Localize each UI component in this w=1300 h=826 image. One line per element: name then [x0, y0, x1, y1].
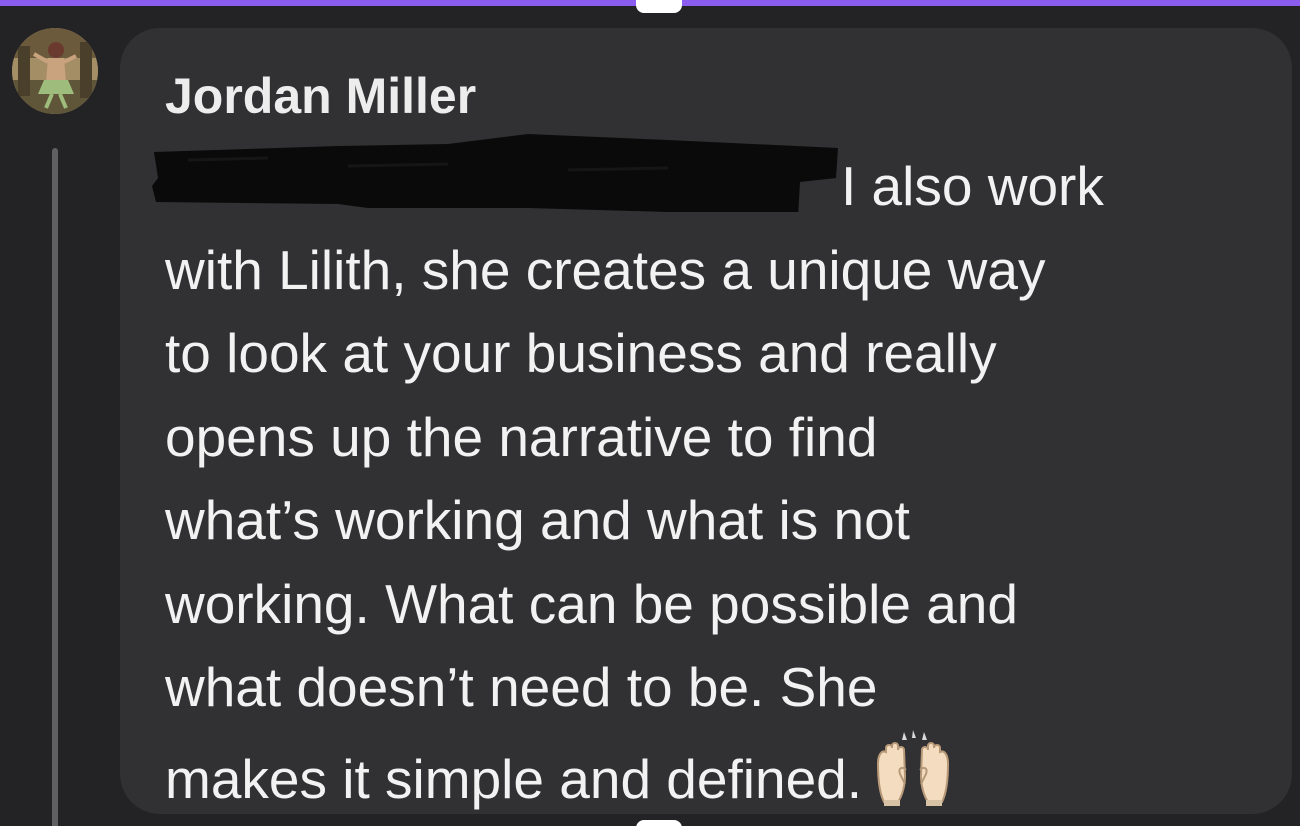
comment-text: I also work with Lilith, she creates a u…	[165, 145, 1275, 821]
thread-line	[52, 148, 58, 826]
comment-screenshot: Jordan Miller I also work with Lilith, s…	[0, 0, 1300, 826]
comment-line: with Lilith, she creates a unique way	[165, 238, 1046, 301]
avatar[interactable]	[12, 28, 98, 114]
comment-line: opens up the narrative to find	[165, 405, 878, 468]
comment-line-text: makes it simple and defined.	[165, 747, 863, 810]
comment-line: what doesn’t need to be. She	[165, 656, 878, 718]
avatar-photo-icon	[12, 28, 98, 114]
comment-author-name[interactable]: Jordan Miller	[165, 66, 476, 126]
comment-line: working. What can be possible and	[165, 572, 1018, 635]
comment-line: I also work	[841, 155, 1104, 217]
comment-line: what’s working and what is not	[165, 489, 910, 551]
comment-line: to look at your business and really	[165, 322, 997, 384]
crop-handle-top[interactable]	[636, 0, 682, 13]
comment-line-last: makes it simple and defined.	[165, 729, 1275, 822]
raising-hands-emoji-icon	[877, 729, 950, 806]
crop-handle-bottom[interactable]	[636, 820, 682, 826]
